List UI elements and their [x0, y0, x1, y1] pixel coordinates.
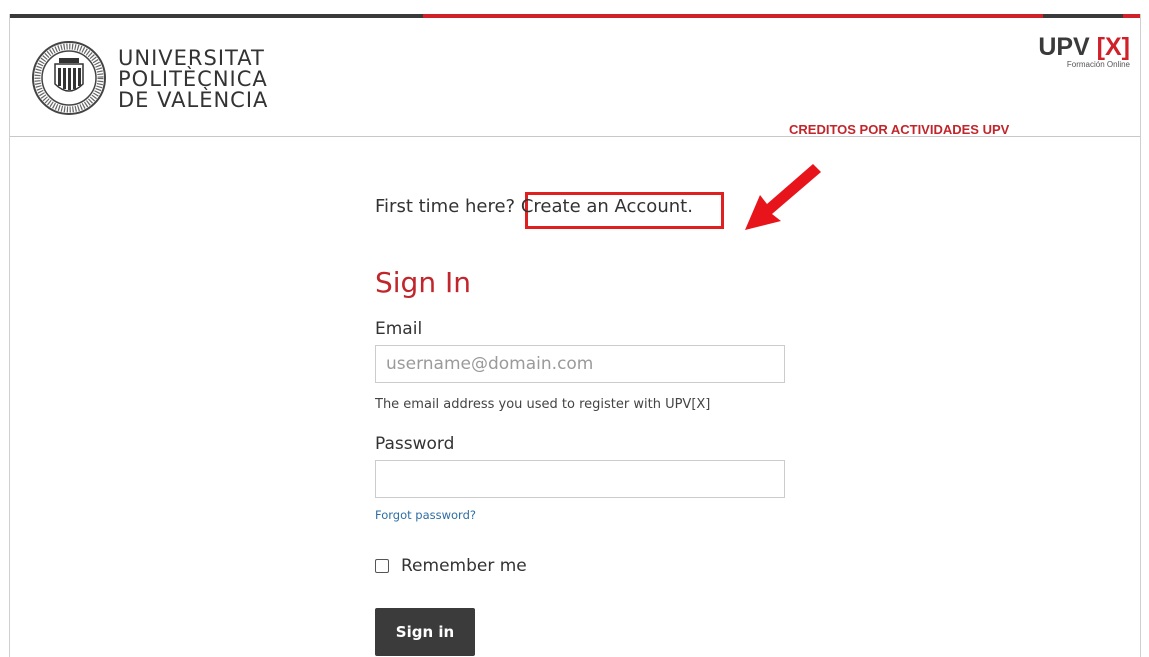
email-label: Email	[375, 319, 423, 339]
create-account-link[interactable]: Create an Account.	[521, 196, 693, 217]
page-frame: UNIVERSITAT POLITÈCNICA DE VALÈNCIA UPV …	[9, 14, 1141, 657]
sign-in-title: Sign In	[375, 266, 471, 299]
remember-me-checkbox[interactable]	[375, 559, 389, 573]
upvx-logo[interactable]: UPV [X] Formación Online	[1038, 34, 1130, 70]
university-seal-icon[interactable]	[31, 40, 107, 116]
upvx-subtitle: Formación Online	[1066, 60, 1130, 69]
email-help-text: The email address you used to register w…	[375, 397, 711, 412]
university-name-line-2: POLITÈCNICA	[118, 67, 268, 91]
remember-me-label: Remember me	[401, 556, 527, 576]
first-time-text: First time here? Create an Account.	[375, 194, 693, 220]
university-name-line-3: DE VALÈNCIA	[118, 88, 269, 112]
email-field[interactable]	[375, 345, 785, 383]
password-label: Password	[375, 434, 455, 454]
first-time-prefix: First time here?	[375, 196, 521, 217]
upvx-logo-bracket: [X]	[1096, 33, 1130, 61]
university-name-line-1: UNIVERSITAT	[118, 46, 265, 70]
sign-in-button[interactable]: Sign in	[375, 608, 475, 656]
red-arrow-icon	[745, 164, 821, 230]
password-field[interactable]	[375, 460, 785, 498]
forgot-password-link[interactable]: Forgot password?	[375, 508, 476, 522]
site-header: UNIVERSITAT POLITÈCNICA DE VALÈNCIA UPV …	[10, 18, 1140, 137]
remember-me-option[interactable]: Remember me	[375, 556, 527, 576]
credits-activities-link[interactable]: CREDITOS POR ACTIVIDADES UPV	[789, 122, 1009, 137]
university-name: UNIVERSITAT POLITÈCNICA DE VALÈNCIA	[118, 48, 268, 111]
upvx-logo-text: UPV	[1038, 33, 1097, 61]
